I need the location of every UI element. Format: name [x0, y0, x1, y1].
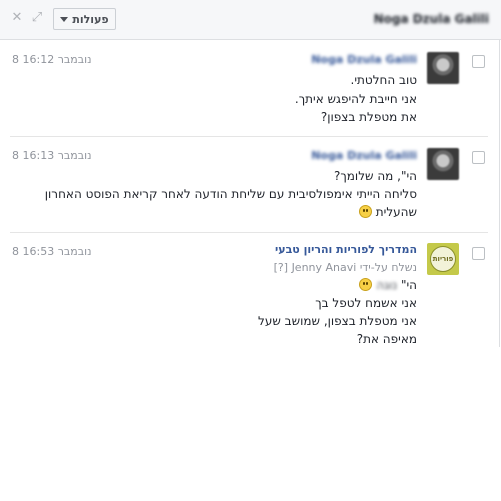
message-line: מאיפה את?: [356, 332, 417, 346]
actions-label: פעולות: [72, 12, 109, 26]
message-select-checkbox[interactable]: [472, 151, 485, 164]
message-select-checkbox[interactable]: [472, 55, 485, 68]
chevron-down-icon: [60, 16, 69, 22]
message-line-greeting: הי" נוגה: [359, 278, 417, 292]
message-divider: [10, 232, 488, 233]
message-select-checkbox[interactable]: [472, 247, 485, 260]
scrollbar-track[interactable]: [499, 40, 500, 347]
actions-button[interactable]: פעולות: [53, 8, 116, 30]
page-sender-name[interactable]: המדריך לפוריות והריון טבעי: [275, 243, 417, 256]
message-timestamp: 8 נובמבר 16:53: [12, 245, 92, 258]
page-logo-icon: פוריות: [430, 246, 456, 272]
message-timestamp: 8 נובמבר 16:12: [12, 53, 92, 66]
message-divider: [10, 136, 488, 137]
sender-name[interactable]: Noga Dzula Galili: [311, 149, 417, 162]
sent-by-label: נשלח על-ידי Jenny Anavi [?]: [273, 261, 417, 274]
close-icon[interactable]: ✕: [10, 11, 24, 25]
avatar[interactable]: [427, 148, 459, 180]
page-logo-avatar[interactable]: פוריות: [427, 243, 459, 275]
message-line: את מטפלת בצפון?: [320, 110, 417, 124]
expand-icon[interactable]: ⤢: [30, 11, 44, 25]
sender-name[interactable]: Noga Dzula Galili: [311, 53, 417, 66]
message-line: אני חייבת להיפגש איתך.: [294, 92, 417, 106]
message-line: אני מטפלת בצפון, שמושב שעל: [258, 314, 417, 328]
message-line: הי", מה שלומך?: [333, 169, 417, 183]
conversation-title: Noga Dzula Galili: [373, 12, 489, 26]
message-line: סליחה הייתי אימפולסיבית עם שליחת הודעה ל…: [44, 187, 417, 201]
smiley-icon: [358, 205, 372, 218]
smiley-icon: [359, 278, 373, 291]
message-text: שהעלית: [375, 205, 417, 219]
message-line: אני אשמח לטפל בך: [315, 296, 417, 310]
message-line: טוב החלטתי.: [350, 73, 417, 87]
recipient-name: נוגה: [376, 278, 398, 292]
message-line-with-emoji: שהעלית: [358, 205, 417, 219]
avatar[interactable]: [427, 52, 459, 84]
conversation-header: ✕ ⤢ פעולות Noga Dzula Galili: [0, 0, 501, 40]
message-timestamp: 8 נובמבר 16:13: [12, 149, 92, 162]
message-text: הי": [400, 278, 417, 292]
